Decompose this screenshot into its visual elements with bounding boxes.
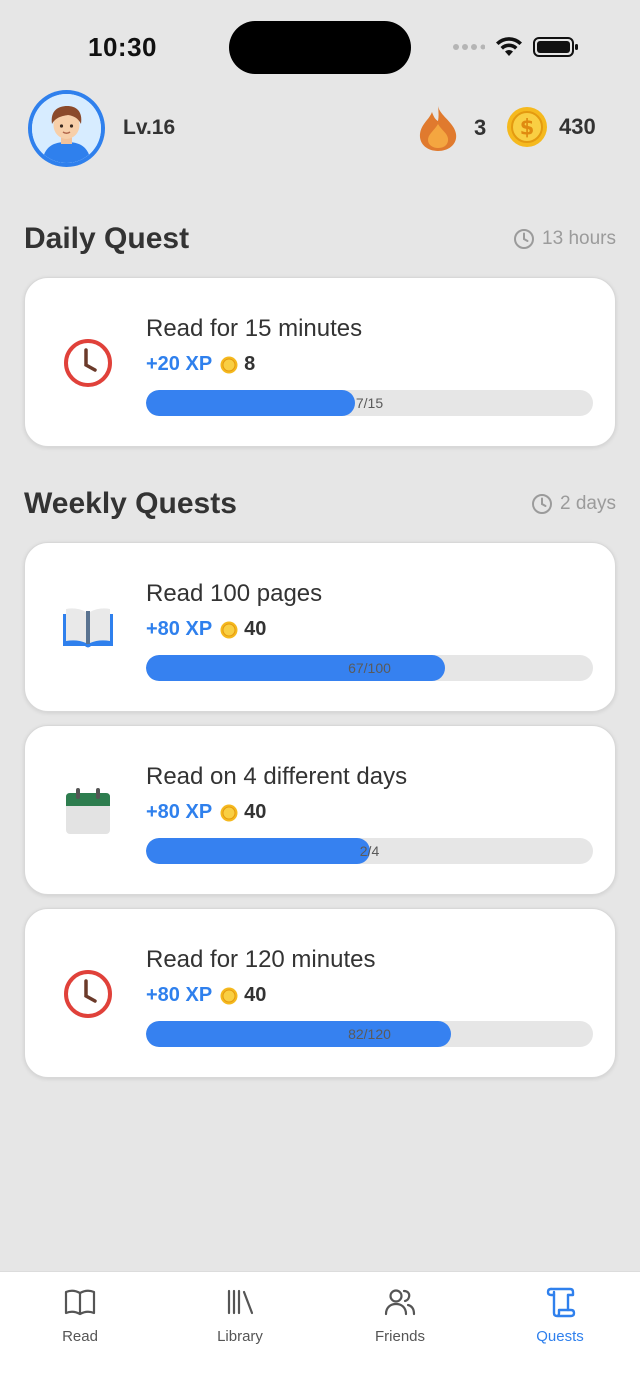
tab-bar: Read Library Friends Quests — [0, 1271, 640, 1391]
open-book-icon — [64, 1289, 96, 1316]
daily-timer: 13 hours — [513, 228, 616, 250]
level-label: Lv.16 — [123, 116, 176, 139]
progress-label: 2/4 — [359, 843, 380, 859]
quest-card[interactable]: Read on 4 different days +80 XP 40 2/4 — [24, 725, 616, 895]
xp-reward: +80 XP — [146, 984, 213, 1006]
avatar-image — [32, 94, 101, 163]
coin-icon: $ — [507, 107, 547, 147]
tab-label: Read — [62, 1328, 98, 1345]
progress-bar: 82/120 — [146, 1021, 593, 1047]
wifi-icon — [496, 37, 522, 56]
clock-outline-icon — [532, 494, 553, 514]
tab-label: Library — [217, 1328, 263, 1345]
streak-count: 3 — [474, 115, 487, 140]
quest-card[interactable]: Read for 15 minutes +20 XP 8 7/15 — [24, 277, 616, 447]
quest-title: Read for 120 minutes — [146, 946, 376, 973]
coins-count: 430 — [559, 114, 596, 139]
quest-card[interactable]: Read 100 pages +80 XP 40 67/100 — [24, 542, 616, 712]
coins-stat[interactable]: $ 430 — [506, 106, 596, 148]
status-time: 10:30 — [88, 32, 157, 62]
tab-label: Quests — [536, 1328, 584, 1345]
clock-outline-icon — [514, 229, 535, 249]
dynamic-island — [229, 21, 411, 74]
progress-label: 7/15 — [355, 395, 384, 411]
daily-timer-text: 13 hours — [542, 228, 616, 249]
tab-friends[interactable]: Friends — [320, 1272, 480, 1391]
scroll-icon — [546, 1287, 576, 1318]
tab-library[interactable]: Library — [160, 1272, 320, 1391]
coin-icon — [220, 621, 238, 638]
reward-row: +80 XP 40 — [146, 618, 266, 641]
flame-icon — [419, 106, 457, 151]
battery-icon — [533, 37, 578, 57]
progress-label: 82/120 — [348, 1026, 391, 1042]
friends-icon — [384, 1289, 416, 1316]
coin-reward: 40 — [244, 618, 267, 640]
calendar-icon — [61, 784, 115, 838]
weekly-timer-text: 2 days — [560, 493, 616, 514]
coin-reward: 8 — [244, 353, 256, 375]
avatar[interactable] — [28, 90, 105, 167]
progress-bar: 7/15 — [146, 390, 593, 416]
reward-row: +80 XP 40 — [146, 801, 266, 824]
daily-quest-heading: Daily Quest — [24, 222, 190, 255]
library-icon — [227, 1289, 254, 1315]
coin-icon — [220, 356, 238, 373]
clock-icon — [61, 967, 115, 1021]
status-icons — [453, 34, 579, 60]
coin-reward: 40 — [244, 984, 267, 1006]
weekly-quests-heading: Weekly Quests — [24, 487, 237, 520]
coin-reward: 40 — [244, 801, 267, 823]
clock-icon — [61, 336, 115, 390]
tab-label: Friends — [374, 1328, 426, 1345]
tab-quests[interactable]: Quests — [480, 1272, 640, 1391]
reward-row: +20 XP 8 — [146, 353, 255, 376]
profile-header: Lv.16 3 $ 430 — [0, 90, 640, 168]
xp-reward: +20 XP — [146, 353, 213, 375]
tab-read[interactable]: Read — [0, 1272, 160, 1391]
progress-label: 67/100 — [348, 660, 391, 676]
quest-title: Read for 15 minutes — [146, 315, 363, 342]
book-icon — [61, 601, 115, 655]
xp-reward: +80 XP — [146, 801, 213, 823]
streak-stat[interactable]: 3 — [416, 104, 486, 152]
svg-text:$: $ — [520, 116, 535, 140]
progress-bar: 2/4 — [146, 838, 593, 864]
coin-icon — [220, 804, 238, 821]
quest-card[interactable]: Read for 120 minutes +80 XP 40 82/120 — [24, 908, 616, 1078]
coin-icon — [220, 987, 238, 1004]
weekly-timer: 2 days — [531, 493, 616, 515]
signal-icon — [453, 44, 485, 50]
status-bar: 10:30 — [0, 0, 640, 90]
quest-title: Read on 4 different days — [146, 763, 408, 790]
quest-title: Read 100 pages — [146, 580, 323, 607]
xp-reward: +80 XP — [146, 618, 213, 640]
progress-bar: 67/100 — [146, 655, 593, 681]
reward-row: +80 XP 40 — [146, 984, 266, 1007]
